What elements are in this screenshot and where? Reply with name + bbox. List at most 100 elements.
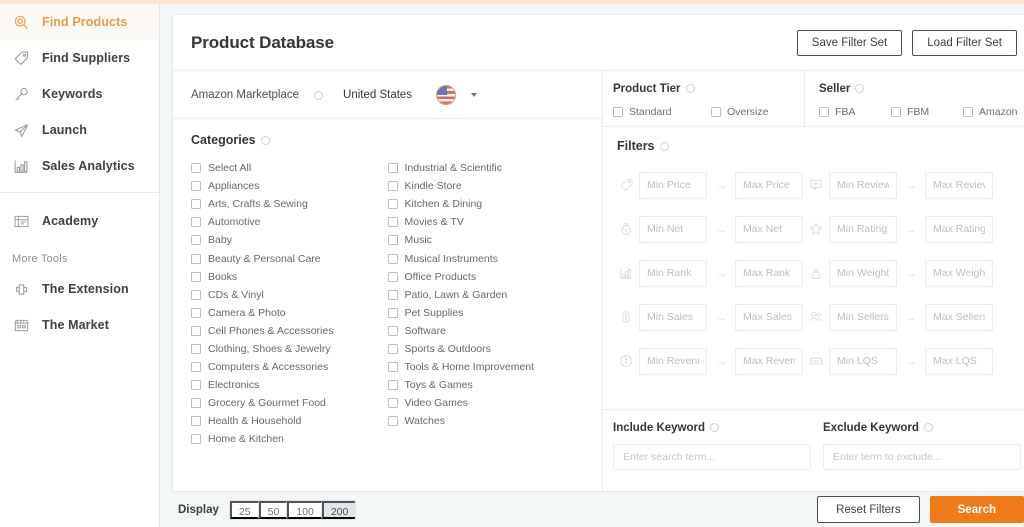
category-row[interactable]: Kindle Store [387, 177, 585, 195]
chevron-down-icon[interactable] [471, 92, 478, 97]
category-row[interactable]: Pet Supplies [387, 304, 585, 322]
info-icon[interactable] [685, 84, 695, 93]
category-checkbox[interactable] [191, 181, 201, 192]
category-row[interactable]: Arts, Crafts & Sewing [191, 195, 388, 213]
sidebar-item-find-products[interactable]: Find Products [0, 4, 159, 40]
category-checkbox[interactable] [387, 163, 398, 174]
category-checkbox[interactable] [387, 416, 398, 427]
category-checkbox[interactable] [387, 253, 398, 264]
filter-max-input[interactable] [735, 259, 803, 287]
category-checkbox[interactable] [191, 380, 201, 391]
filter-max-input[interactable] [735, 303, 803, 331]
category-row[interactable]: Home & Kitchen [191, 430, 388, 448]
reset-filters-button[interactable]: Reset Filters [817, 496, 920, 523]
category-checkbox[interactable] [191, 416, 201, 427]
category-checkbox[interactable] [387, 199, 398, 210]
category-row[interactable]: Sports & Outdoors [387, 340, 585, 358]
seller-option[interactable]: FBM [891, 106, 963, 118]
category-checkbox[interactable] [191, 362, 201, 373]
category-row[interactable]: Baby [191, 231, 388, 249]
save-filter-set-button[interactable]: Save Filter Set [796, 29, 903, 56]
filter-min-input[interactable] [829, 215, 897, 243]
category-row[interactable]: Automotive [191, 213, 388, 231]
category-row[interactable]: Industrial & Scientific [387, 159, 585, 177]
include-keyword-input[interactable] [613, 444, 811, 470]
product-tier-option[interactable]: Oversize [711, 106, 768, 118]
seller-checkbox[interactable] [891, 107, 901, 117]
category-row[interactable]: Electronics [191, 376, 388, 394]
category-row[interactable]: Music [387, 231, 585, 249]
category-row[interactable]: Patio, Lawn & Garden [387, 286, 585, 304]
sidebar-item-launch[interactable]: Launch [0, 112, 159, 148]
display-count-option[interactable]: 50 [258, 500, 288, 519]
marketplace-selector[interactable]: Amazon Marketplace United States [173, 71, 602, 119]
category-row[interactable]: Cell Phones & Accessories [191, 322, 388, 340]
category-checkbox[interactable] [387, 289, 398, 300]
filter-min-input[interactable] [639, 259, 707, 287]
seller-option[interactable]: Amazon [963, 106, 1024, 118]
category-row[interactable]: Watches [387, 412, 585, 430]
filter-min-input[interactable] [639, 303, 707, 331]
category-row[interactable]: Grocery & Gourmet Food [191, 394, 388, 412]
seller-option[interactable]: FBA [819, 106, 891, 118]
category-checkbox[interactable] [191, 307, 201, 318]
category-checkbox[interactable] [191, 271, 201, 282]
category-checkbox[interactable] [387, 181, 398, 192]
category-row[interactable]: Tools & Home Improvement [387, 358, 585, 376]
filter-max-input[interactable] [925, 215, 993, 243]
category-row[interactable]: Video Games [387, 394, 585, 412]
category-row[interactable]: Kitchen & Dining [387, 195, 585, 213]
category-row[interactable]: Camera & Photo [191, 304, 388, 322]
exclude-keyword-input[interactable] [823, 444, 1021, 470]
category-checkbox[interactable] [191, 289, 201, 300]
filter-max-input[interactable] [925, 303, 993, 331]
load-filter-set-button[interactable]: Load Filter Set [912, 29, 1017, 56]
filter-max-input[interactable] [735, 171, 803, 199]
filter-max-input[interactable] [735, 215, 803, 243]
category-checkbox[interactable] [387, 380, 398, 391]
sidebar-item-keywords[interactable]: Keywords [0, 76, 159, 112]
category-checkbox[interactable] [191, 325, 201, 336]
category-checkbox[interactable] [191, 434, 201, 445]
category-checkbox[interactable] [387, 398, 398, 409]
category-checkbox[interactable] [191, 398, 201, 409]
info-icon[interactable] [855, 84, 865, 93]
filter-max-input[interactable] [925, 347, 993, 375]
product-tier-option[interactable]: Standard [613, 106, 711, 118]
category-row[interactable]: Office Products [387, 268, 585, 286]
seller-checkbox[interactable] [963, 107, 973, 117]
filter-max-input[interactable] [925, 171, 993, 199]
filter-min-input[interactable] [829, 303, 897, 331]
display-count-option[interactable]: 100 [287, 500, 322, 519]
product-tier-checkbox[interactable] [711, 107, 721, 117]
seller-checkbox[interactable] [819, 107, 829, 117]
category-checkbox[interactable] [191, 235, 201, 246]
info-icon[interactable] [923, 423, 933, 432]
info-icon[interactable] [314, 91, 324, 100]
search-button[interactable]: Search [929, 496, 1024, 523]
sidebar-item-find-suppliers[interactable]: Find Suppliers [0, 40, 159, 76]
filter-max-input[interactable] [735, 347, 803, 375]
info-icon[interactable] [260, 136, 270, 145]
category-checkbox[interactable] [387, 235, 398, 246]
category-checkbox[interactable] [191, 343, 201, 354]
sidebar-item-the-extension[interactable]: The Extension [0, 271, 159, 307]
category-checkbox[interactable] [191, 253, 201, 264]
info-icon[interactable] [659, 142, 669, 151]
category-row[interactable]: Health & Household [191, 412, 388, 430]
category-row[interactable]: Beauty & Personal Care [191, 249, 388, 267]
display-count-option[interactable]: 200 [321, 500, 356, 519]
category-row[interactable]: Books [191, 268, 388, 286]
category-checkbox[interactable] [387, 217, 398, 228]
filter-max-input[interactable] [925, 259, 993, 287]
category-row[interactable]: Musical Instruments [387, 249, 585, 267]
category-row[interactable]: Software [387, 322, 585, 340]
category-row[interactable]: Clothing, Shoes & Jewelry [191, 340, 388, 358]
category-row[interactable]: CDs & Vinyl [191, 286, 388, 304]
category-checkbox[interactable] [191, 199, 201, 210]
filter-min-input[interactable] [829, 259, 897, 287]
category-row[interactable]: Computers & Accessories [191, 358, 388, 376]
category-checkbox[interactable] [387, 343, 398, 354]
filter-min-input[interactable] [639, 171, 707, 199]
category-row[interactable]: Appliances [191, 177, 388, 195]
